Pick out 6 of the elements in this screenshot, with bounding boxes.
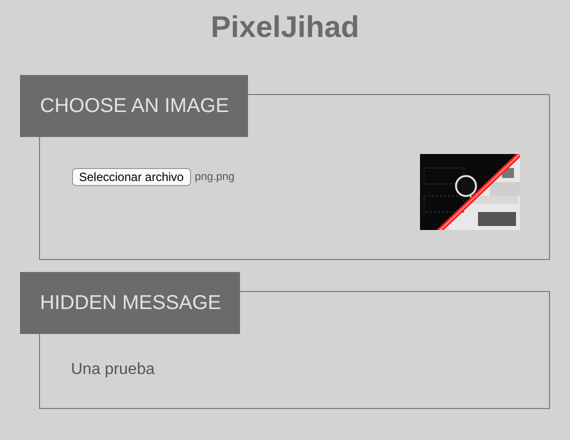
file-name: png.png (194, 171, 234, 183)
section-legend: HIDDEN MESSAGE (20, 272, 240, 334)
hidden-message-text: Una prueba (71, 360, 156, 380)
app-title: PixelJihad (210, 10, 360, 46)
choose-file-button[interactable]: Seleccionar archivo (72, 168, 191, 186)
section-legend: CHOOSE AN IMAGE (20, 75, 248, 137)
